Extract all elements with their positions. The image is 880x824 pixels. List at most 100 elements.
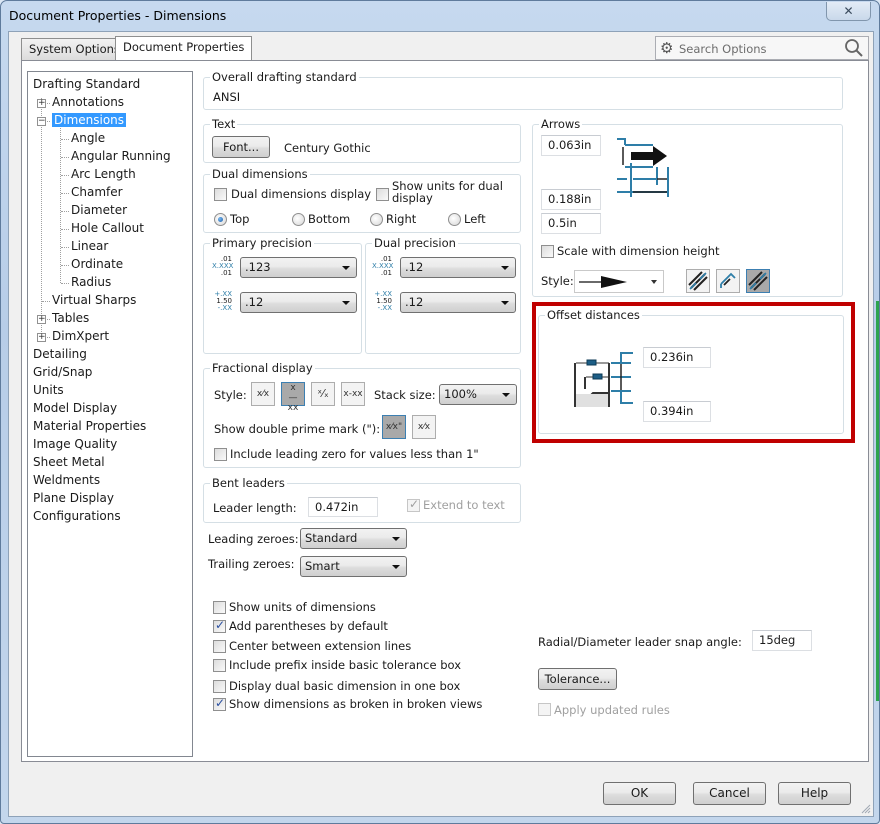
fraction-style-stacked[interactable]: x — xx: [281, 382, 305, 413]
tree-item-drafting-standard[interactable]: Drafting Standard: [33, 76, 140, 93]
extend-to-text-checkbox[interactable]: [407, 497, 420, 512]
checkbox-label: Dual dimensions display: [231, 187, 372, 201]
tree-item-chamfer[interactable]: Chamfer: [71, 184, 123, 201]
snap-angle-input[interactable]: 15deg: [752, 630, 812, 651]
tree-item-diameter[interactable]: Diameter: [71, 202, 127, 219]
tree-item-hole-callout[interactable]: Hole Callout: [71, 220, 144, 237]
option-checkbox-add-parentheses-by-default[interactable]: [213, 618, 226, 633]
offset-first-input[interactable]: 0.236in: [643, 347, 711, 368]
fraction-style-diagonal[interactable]: ˣ⁄ₓ: [311, 382, 335, 406]
option-checkbox-center-between-extension-lines[interactable]: [213, 640, 226, 653]
tree-item-angle[interactable]: Angle: [71, 130, 105, 147]
font-button[interactable]: Font...: [212, 136, 270, 158]
arrows-smart-button[interactable]: [746, 269, 770, 293]
arrow-style-select[interactable]: [574, 270, 664, 293]
primary-tolerance-precision-select[interactable]: .12: [240, 292, 357, 313]
tree-item-configurations[interactable]: Configurations: [33, 508, 121, 525]
dual-value-precision-select[interactable]: .12: [400, 257, 516, 278]
option-checkbox-show-units-of-dimensions[interactable]: [213, 601, 226, 614]
radio-right[interactable]: [370, 213, 383, 226]
collapse-icon[interactable]: −: [37, 117, 46, 126]
apply-updated-rules-checkbox[interactable]: [538, 703, 551, 716]
search-input[interactable]: Search Options: [679, 42, 767, 56]
tree-item-label: Drafting Standard: [33, 77, 141, 91]
tree-item-sheet-metal[interactable]: Sheet Metal: [33, 454, 105, 471]
arrows-outside-button[interactable]: [686, 269, 710, 293]
group-label: Arrows: [539, 117, 583, 131]
tree-connector: [41, 98, 42, 332]
cancel-button[interactable]: Cancel: [693, 782, 766, 805]
primary-value-precision-select[interactable]: .123: [240, 257, 357, 278]
tree-item-units[interactable]: Units: [33, 382, 64, 399]
tree-item-arc-length[interactable]: Arc Length: [71, 166, 136, 183]
tree-item-plane-display[interactable]: Plane Display: [33, 490, 114, 507]
radio-left[interactable]: [448, 213, 461, 226]
tree-connector: [61, 283, 69, 284]
tolerance-precision-icon: +.XX 1.50 -.XX: [212, 291, 232, 312]
tree-item-annotations[interactable]: Annotations: [52, 94, 124, 111]
select-value: Standard: [305, 531, 358, 545]
tab-document-properties[interactable]: Document Properties: [115, 36, 253, 60]
double-prime-off-button[interactable]: x⁄x: [412, 415, 436, 439]
leading-zero-checkbox[interactable]: [214, 448, 227, 461]
tree-item-model-display[interactable]: Model Display: [33, 400, 117, 417]
option-checkbox-show-dimensions-as-broken-in-broken-views[interactable]: [213, 696, 226, 711]
tree-item-material-properties[interactable]: Material Properties: [33, 418, 146, 435]
group-label: Offset distances: [545, 308, 642, 322]
search-options-box[interactable]: ⚙ Search Options: [655, 36, 869, 60]
offset-second-input[interactable]: 0.394in: [643, 401, 711, 422]
tree-item-ordinate[interactable]: Ordinate: [71, 256, 123, 273]
offset-distances-diagram-icon: [574, 352, 633, 407]
leading-zeroes-select[interactable]: Standard: [300, 528, 407, 549]
tab-system-options[interactable]: System Options: [21, 38, 128, 60]
double-prime-on-button[interactable]: x⁄x": [382, 415, 406, 439]
checkbox-label: Include prefix inside basic tolerance bo…: [229, 658, 462, 672]
resize-grip-icon[interactable]: [859, 802, 871, 814]
title-bar[interactable]: Document Properties - Dimensions ✕: [1, 1, 879, 31]
scale-with-dimension-height-checkbox[interactable]: [541, 245, 554, 258]
expand-icon[interactable]: +: [37, 315, 46, 324]
tree-item-image-quality[interactable]: Image Quality: [33, 436, 117, 453]
tree-item-weldments[interactable]: Weldments: [33, 472, 100, 489]
value-precision-icon: .01 X.XXX .01: [372, 256, 393, 277]
gear-icon[interactable]: ⚙: [660, 39, 673, 57]
tree-item-angular-running[interactable]: Angular Running: [71, 148, 171, 165]
tree-item-virtual-sharps[interactable]: Virtual Sharps: [52, 292, 136, 309]
ok-button[interactable]: OK: [603, 782, 676, 805]
stack-size-select[interactable]: 100%: [439, 384, 517, 405]
select-value: Smart: [305, 559, 340, 573]
radio-label: Right: [386, 212, 417, 226]
tree-item-label: Tables: [52, 311, 90, 325]
show-units-dual-checkbox[interactable]: [376, 188, 389, 201]
close-button[interactable]: ✕: [826, 2, 871, 21]
dual-tolerance-precision-select[interactable]: .12: [400, 292, 516, 313]
tree-item-radius[interactable]: Radius: [71, 274, 111, 291]
radio-bottom[interactable]: [292, 213, 305, 226]
expand-icon[interactable]: +: [37, 99, 46, 108]
option-checkbox-include-prefix-inside-basic-tolerance-box[interactable]: [213, 659, 226, 672]
tree-item-dimxpert[interactable]: DimXpert: [52, 328, 109, 345]
fraction-style-dash[interactable]: x-xx: [341, 382, 365, 406]
tree-item-dimensions[interactable]: Dimensions: [52, 112, 127, 129]
fraction-style-inline[interactable]: x⁄x: [251, 382, 275, 406]
arrow-width-input[interactable]: 0.188in: [541, 189, 601, 210]
radio-top[interactable]: [214, 213, 227, 226]
trailing-zeroes-select[interactable]: Smart: [300, 556, 407, 577]
dual-dimensions-display-checkbox[interactable]: [214, 188, 227, 201]
tree-item-grid-snap[interactable]: Grid/Snap: [33, 364, 92, 381]
leader-length-input[interactable]: 0.472in: [308, 497, 378, 517]
tolerance-button[interactable]: Tolerance...: [538, 668, 617, 690]
tree-item-linear[interactable]: Linear: [71, 238, 108, 255]
search-icon[interactable]: [844, 38, 864, 61]
tree-item-tables[interactable]: Tables: [52, 310, 89, 327]
arrows-inside-button[interactable]: [716, 269, 740, 293]
tree-item-detailing[interactable]: Detailing: [33, 346, 87, 363]
drafting-standard-value: ANSI: [213, 90, 241, 104]
expand-icon[interactable]: +: [37, 333, 46, 342]
arrow-length-input[interactable]: 0.5in: [541, 213, 601, 234]
checkbox-label: Extend to text: [423, 498, 505, 512]
option-checkbox-display-dual-basic-dimension-in-one-box[interactable]: [213, 680, 226, 693]
radio-label: Left: [464, 212, 486, 226]
arrow-height-input[interactable]: 0.063in: [541, 135, 601, 156]
help-button[interactable]: Help: [778, 782, 851, 805]
